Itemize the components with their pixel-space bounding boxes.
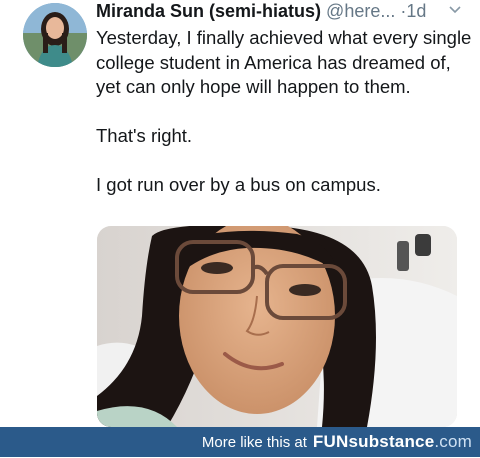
chevron-down-icon[interactable] <box>448 4 462 16</box>
brand-part-fun: FUN <box>312 432 349 451</box>
brand-part-com: .com <box>434 432 472 451</box>
tweet-paragraph: Yesterday, I finally achieved what every… <box>96 27 472 97</box>
display-name[interactable]: Miranda Sun (semi-hiatus) <box>96 1 321 21</box>
tweet-paragraph: I got run over by a bus on campus. <box>96 174 381 195</box>
footer-more-text: More like this at <box>201 434 307 451</box>
avatar-image <box>23 3 87 67</box>
tweet: Miranda Sun (semi-hiatus) @here... ·1d Y… <box>0 0 480 427</box>
tweet-text: Yesterday, I finally achieved what every… <box>96 26 472 198</box>
timestamp[interactable]: 1d <box>406 1 426 21</box>
hospital-selfie-image <box>97 226 457 427</box>
footer-brand-link[interactable]: FUNsubstance.com <box>313 432 472 451</box>
profile-avatar[interactable] <box>23 3 87 67</box>
tweet-photo[interactable] <box>97 226 457 427</box>
tweet-header: Miranda Sun (semi-hiatus) @here... ·1d <box>96 0 472 24</box>
brand-part-substance: substance <box>348 432 435 451</box>
site-footer-banner: More like this at FUNsubstance.com <box>0 427 480 457</box>
user-handle[interactable]: @here... <box>326 1 395 21</box>
tweet-paragraph: That's right. <box>96 125 193 146</box>
